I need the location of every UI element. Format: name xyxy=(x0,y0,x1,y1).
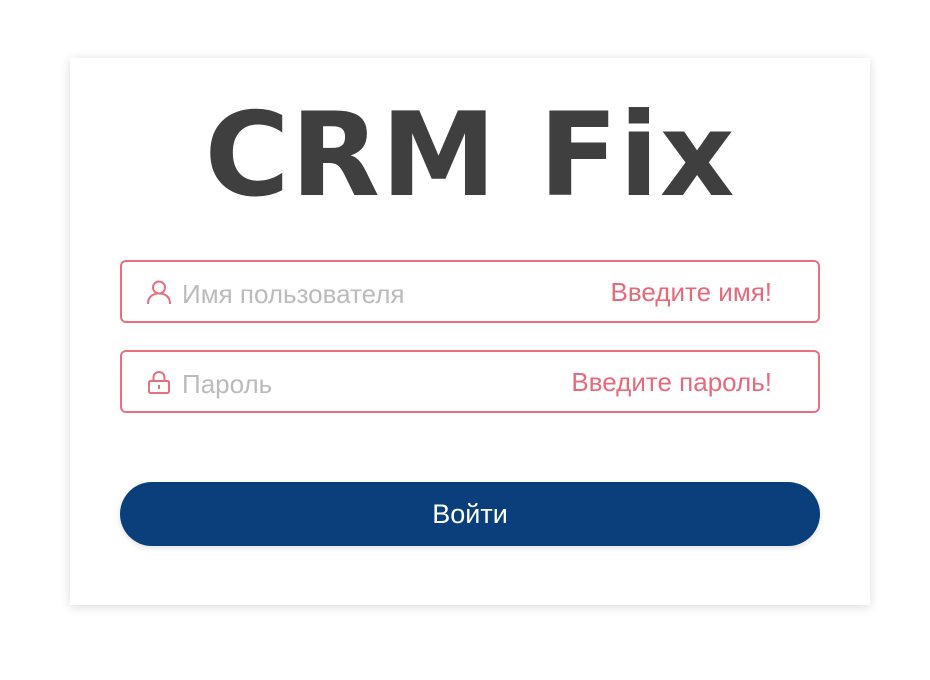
login-button[interactable]: Войти xyxy=(120,482,820,546)
user-icon xyxy=(146,279,172,305)
password-error-message: Введите пароль! xyxy=(571,367,772,397)
password-input[interactable] xyxy=(182,352,562,411)
lock-icon xyxy=(146,369,172,395)
password-field[interactable]: Введите пароль! xyxy=(120,350,820,413)
login-card: CRM Fix Введите имя! Введите пароль! Вой… xyxy=(70,58,870,605)
username-input[interactable] xyxy=(182,262,562,321)
app-logo: CRM Fix xyxy=(204,88,736,223)
username-error-message: Введите имя! xyxy=(610,277,772,307)
username-field[interactable]: Введите имя! xyxy=(120,260,820,323)
